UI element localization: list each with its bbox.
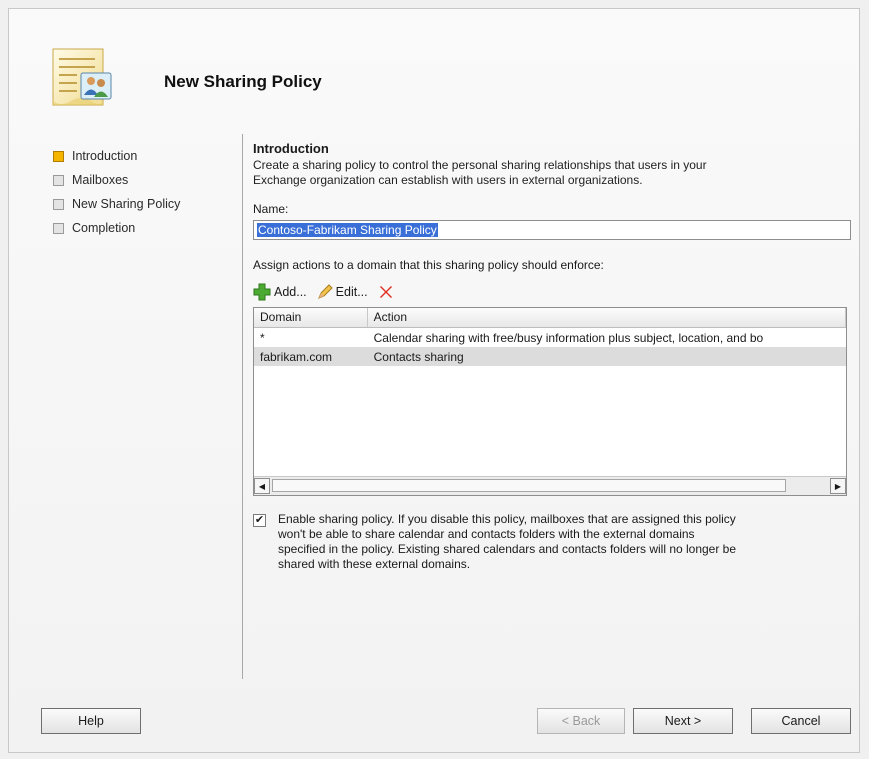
pencil-icon [317,284,333,299]
sharing-policy-icon [47,43,127,109]
enable-policy-option: ✔ Enable sharing policy. If you disable … [253,512,851,572]
name-label: Name: [253,202,289,216]
step-indicator [53,174,64,186]
assign-label: Assign actions to a domain that this sha… [253,258,604,272]
step-label: Mailboxes [72,173,129,187]
delete-button[interactable] [378,284,397,300]
step-introduction: Introduction [53,144,180,168]
wizard-steps: Introduction Mailboxes New Sharing Polic… [53,144,180,240]
wizard-title: New Sharing Policy [164,72,322,91]
column-header-domain[interactable]: Domain [254,308,368,327]
divider [242,134,243,679]
table-row[interactable]: * Calendar sharing with free/busy inform… [254,328,846,347]
active-step-indicator [53,150,64,162]
add-icon [253,283,271,301]
intro-description: Create a sharing policy to control the p… [253,158,707,187]
action-cell: Calendar sharing with free/busy informat… [373,330,764,345]
name-field[interactable]: Contoso-Fabrikam Sharing Policy [253,220,851,240]
column-header-action[interactable]: Action [368,308,846,327]
table-row[interactable]: fabrikam.com Contacts sharing [254,347,846,366]
action-cell: Contacts sharing [373,349,464,364]
scroll-thumb[interactable] [272,479,786,492]
step-new-sharing-policy: New Sharing Policy [53,192,180,216]
step-indicator [53,198,64,210]
name-value: Contoso-Fabrikam Sharing Policy [257,223,438,237]
cancel-button[interactable]: Cancel [751,708,851,734]
step-indicator [53,222,64,234]
enable-policy-checkbox[interactable]: ✔ [253,514,266,527]
domain-cell: * [260,330,265,345]
step-label: Introduction [72,149,138,163]
enable-policy-text: Enable sharing policy. If you disable th… [278,512,737,571]
back-button[interactable]: < Back [537,708,625,734]
domain-cell: fabrikam.com [260,349,333,364]
help-button[interactable]: Help [41,708,141,734]
scroll-right-icon[interactable]: ▶ [830,478,846,494]
scroll-left-icon[interactable]: ◀ [254,478,270,494]
domain-action-table[interactable]: Domain Action * Calendar sharing with fr… [253,307,847,496]
step-label: New Sharing Policy [72,197,181,211]
add-button[interactable]: Add... [253,283,307,301]
content-pane: Introduction Create a sharing policy to … [253,141,851,572]
step-completion: Completion [53,216,180,240]
next-button[interactable]: Next > [633,708,733,734]
table-header: Domain Action [254,308,846,328]
step-mailboxes: Mailboxes [53,168,180,192]
toolbar: Add... Edit... [253,282,851,302]
horizontal-scrollbar[interactable]: ◀ ▶ [254,476,846,495]
wizard-window: New Sharing Policy Introduction Mailboxe… [8,8,860,753]
section-heading: Introduction [253,141,329,156]
delete-icon [379,286,392,298]
step-label: Completion [72,221,136,235]
edit-button[interactable]: Edit... [317,284,368,300]
